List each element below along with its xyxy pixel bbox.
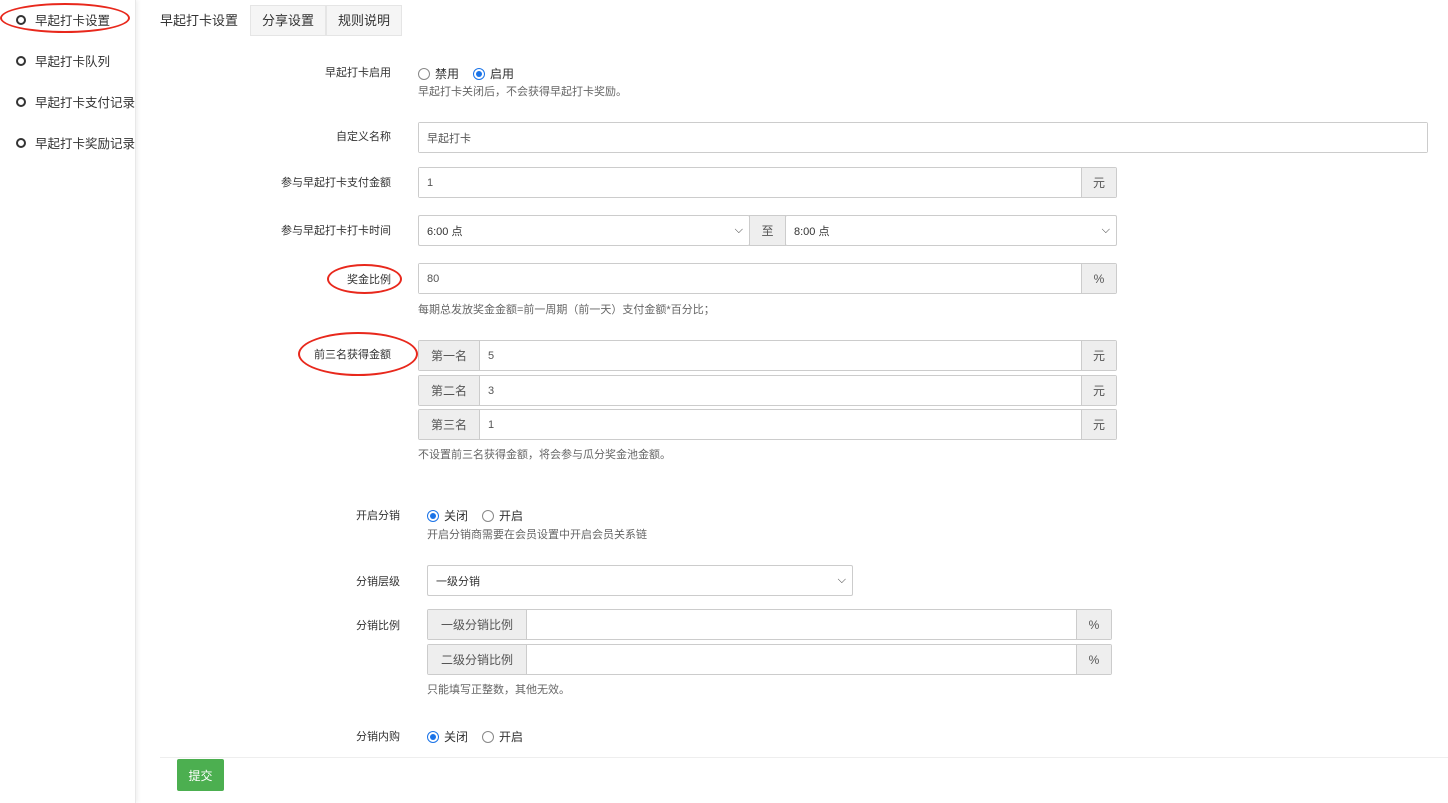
second-place-input[interactable] bbox=[480, 376, 1081, 405]
dist-help: 开启分销商需要在会员设置中开启会员关系链 bbox=[427, 529, 647, 541]
dist-label: 开启分销 bbox=[356, 510, 400, 522]
option-label: 启用 bbox=[490, 67, 515, 81]
sidebar-item-label: 早起打卡奖励记录 bbox=[35, 137, 136, 151]
sidebar-item-rewards[interactable]: 早起打卡奖励记录 bbox=[16, 133, 135, 152]
radio-inner-off[interactable] bbox=[427, 730, 439, 743]
dist-radio-group: 关闭 开启 bbox=[427, 507, 531, 524]
unit-addon: 元 bbox=[1081, 341, 1116, 370]
radio-dist-on[interactable] bbox=[482, 509, 495, 522]
option-label: 开启 bbox=[499, 509, 524, 523]
chevron-down-icon: ⌵ bbox=[1101, 224, 1110, 236]
name-field-group bbox=[418, 122, 1428, 153]
level2-ratio-input[interactable] bbox=[527, 645, 1076, 674]
sidebar: 早起打卡设置 早起打卡队列 早起打卡支付记录 早起打卡奖励记录 bbox=[0, 0, 136, 803]
ratio-field-group: % bbox=[418, 263, 1117, 294]
level-label: 分销层级 bbox=[356, 576, 400, 588]
inner-label: 分销内购 bbox=[356, 731, 400, 743]
circle-icon bbox=[16, 55, 26, 66]
radio-enable[interactable] bbox=[473, 67, 486, 80]
annotation-ellipse bbox=[327, 264, 402, 294]
pay-field-group: 元 bbox=[418, 167, 1117, 198]
annotation-ellipse bbox=[298, 332, 418, 376]
top3-second-group: 第二名 元 bbox=[418, 375, 1117, 406]
option-label: 禁用 bbox=[435, 67, 460, 81]
circle-icon bbox=[16, 96, 26, 107]
start-time-select[interactable]: 6:00 点 ⌵ bbox=[418, 215, 750, 246]
name-input[interactable] bbox=[419, 123, 1427, 152]
unit-addon: % bbox=[1081, 264, 1116, 293]
top3-help: 不设置前三名获得金额，将会参与瓜分奖金池金额。 bbox=[418, 449, 671, 461]
unit-addon: % bbox=[1076, 610, 1111, 639]
prefix-addon: 二级分销比例 bbox=[428, 645, 527, 674]
dist-level-value: 一级分销 bbox=[436, 575, 480, 588]
prefix-addon: 第一名 bbox=[419, 341, 480, 370]
ratio-help: 每期总发放奖金金额=前一周期（前一天）支付金额*百分比； bbox=[418, 304, 715, 316]
name-label: 自定义名称 bbox=[336, 131, 391, 143]
time-separator: 至 bbox=[749, 215, 786, 246]
dist-level-select[interactable]: 一级分销 ⌵ bbox=[427, 565, 853, 596]
third-place-input[interactable] bbox=[480, 410, 1081, 439]
unit-addon: % bbox=[1076, 645, 1111, 674]
chevron-down-icon: ⌵ bbox=[837, 574, 846, 586]
pay-label: 参与早起打卡支付金额 bbox=[281, 177, 391, 189]
sidebar-item-queue[interactable]: 早起打卡队列 bbox=[16, 51, 110, 70]
annotation-ellipse bbox=[0, 3, 130, 33]
inner-radio-group: 关闭 开启 bbox=[427, 728, 531, 745]
first-place-input[interactable] bbox=[480, 341, 1081, 370]
dist-ratio-help: 只能填写正整数，其他无效。 bbox=[427, 684, 570, 696]
enable-label: 早起打卡启用 bbox=[325, 67, 391, 79]
level2-ratio-group: 二级分销比例% bbox=[427, 644, 1112, 675]
submit-button[interactable]: 提交 bbox=[177, 759, 224, 791]
tab-bar: 早起打卡设置 分享设置 规则说明 bbox=[148, 5, 403, 36]
unit-addon: 元 bbox=[1081, 168, 1116, 197]
prefix-addon: 第二名 bbox=[419, 376, 480, 405]
level1-ratio-input[interactable] bbox=[527, 610, 1076, 639]
enable-help: 早起打卡关闭后，不会获得早起打卡奖励。 bbox=[418, 86, 627, 98]
option-label: 关闭 bbox=[444, 730, 469, 744]
ratio-input[interactable] bbox=[419, 264, 1081, 293]
pay-input[interactable] bbox=[419, 168, 1081, 197]
divider bbox=[160, 757, 1448, 758]
chevron-down-icon: ⌵ bbox=[734, 224, 743, 236]
tab-share-settings[interactable]: 分享设置 bbox=[250, 5, 327, 36]
dist-ratio-label: 分销比例 bbox=[356, 620, 400, 632]
sidebar-item-label: 早起打卡支付记录 bbox=[35, 96, 136, 110]
sidebar-item-payments[interactable]: 早起打卡支付记录 bbox=[16, 92, 135, 111]
end-time-select[interactable]: 8:00 点 ⌵ bbox=[785, 215, 1117, 246]
radio-inner-on[interactable] bbox=[482, 730, 495, 743]
prefix-addon: 一级分销比例 bbox=[428, 610, 527, 639]
enable-radio-group: 禁用 启用 bbox=[418, 65, 522, 82]
top3-first-group: 第一名 元 bbox=[418, 340, 1117, 371]
top3-third-group: 第三名 元 bbox=[418, 409, 1117, 440]
radio-dist-off[interactable] bbox=[427, 509, 439, 522]
tab-checkin-settings[interactable]: 早起打卡设置 bbox=[148, 5, 251, 36]
circle-icon bbox=[16, 137, 26, 148]
sidebar-item-label: 早起打卡队列 bbox=[35, 55, 111, 69]
unit-addon: 元 bbox=[1081, 376, 1116, 405]
option-label: 开启 bbox=[499, 730, 524, 744]
unit-addon: 元 bbox=[1081, 410, 1116, 439]
tab-rules[interactable]: 规则说明 bbox=[326, 5, 403, 36]
level1-ratio-group: 一级分销比例% bbox=[427, 609, 1112, 640]
end-time-value: 8:00 点 bbox=[794, 225, 830, 238]
radio-disable[interactable] bbox=[418, 67, 430, 80]
option-label: 关闭 bbox=[444, 509, 469, 523]
time-label: 参与早起打卡打卡时间 bbox=[281, 225, 391, 237]
start-time-value: 6:00 点 bbox=[427, 225, 463, 238]
prefix-addon: 第三名 bbox=[419, 410, 480, 439]
